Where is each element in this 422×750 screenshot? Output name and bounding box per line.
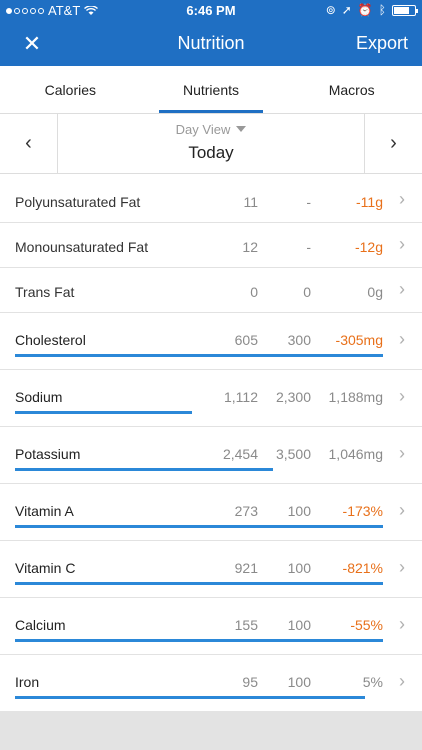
nutrient-remaining: -173% bbox=[342, 503, 383, 519]
nutrient-remaining: -11g bbox=[356, 194, 383, 210]
chevron-right-icon: › bbox=[399, 500, 405, 520]
nutrient-row[interactable]: Trans Fat 0 0 0g › bbox=[0, 268, 422, 313]
nutrient-remaining: 0g bbox=[367, 284, 383, 300]
progress-bar bbox=[15, 411, 383, 414]
progress-bar bbox=[15, 582, 383, 585]
nutrient-row[interactable]: Iron 95 100 5% › bbox=[0, 655, 422, 712]
nutrient-name: Trans Fat bbox=[15, 284, 75, 300]
nutrient-row[interactable]: Vitamin C 921 100 -821% › bbox=[0, 541, 422, 598]
progress-bar bbox=[15, 354, 383, 357]
nutrient-total: 1,112 bbox=[224, 389, 258, 405]
nutrient-remaining: -821% bbox=[342, 560, 383, 576]
progress-bar-fill bbox=[15, 354, 383, 357]
nutrient-total: 12 bbox=[242, 239, 258, 255]
nutrient-list: Polyunsaturated Fat 11- -11g › Monounsaturat… bbox=[0, 178, 422, 712]
rotation-lock-icon: ⊚ bbox=[325, 3, 336, 17]
battery-icon bbox=[392, 4, 418, 16]
nutrient-name: Iron bbox=[15, 674, 40, 690]
nutrient-row[interactable]: Monounsaturated Fat 12- -12g › bbox=[0, 223, 422, 268]
nutrient-row[interactable]: Calcium 155 100 -55% › bbox=[0, 598, 422, 655]
nutrient-remaining: 1,188mg bbox=[328, 389, 383, 405]
chevron-right-icon: › bbox=[399, 671, 405, 691]
nutrient-total: 0 bbox=[250, 284, 258, 300]
progress-bar bbox=[15, 468, 383, 471]
nutrient-total: 2,454 bbox=[222, 446, 258, 462]
day-view-dropdown[interactable]: Day View bbox=[58, 122, 364, 137]
nutrient-row[interactable]: Polyunsaturated Fat 11- -11g › bbox=[0, 178, 422, 223]
tab-calories[interactable]: Calories bbox=[0, 66, 141, 113]
nutrient-name: Vitamin A bbox=[15, 503, 74, 519]
nutrient-total: 95 bbox=[242, 674, 258, 690]
day-view-selector: ‹ Day View Today › bbox=[0, 114, 422, 174]
nutrient-remaining: -55% bbox=[350, 617, 383, 633]
chevron-right-icon: › bbox=[399, 279, 405, 299]
tab-bar: Calories Nutrients Macros bbox=[0, 66, 422, 114]
nutrient-name: Monounsaturated Fat bbox=[15, 239, 149, 255]
status-icons: ⊚ ➚ ⏰ ᛒ bbox=[325, 3, 418, 17]
nutrient-row[interactable]: Potassium 2,454 3,500 1,046mg › bbox=[0, 427, 422, 484]
chevron-right-icon: › bbox=[399, 614, 405, 634]
nutrient-remaining: -305mg bbox=[335, 332, 383, 348]
progress-bar-fill bbox=[15, 639, 383, 642]
footer-bar bbox=[0, 711, 422, 750]
nutrient-row[interactable]: Sodium 1,112 2,300 1,188mg › bbox=[0, 370, 422, 427]
nutrient-row[interactable]: Vitamin A 273 100 -173% › bbox=[0, 484, 422, 541]
nutrient-name: Cholesterol bbox=[15, 332, 86, 348]
nutrient-remaining: 5% bbox=[362, 674, 383, 690]
nutrient-name: Calcium bbox=[15, 617, 66, 633]
app-header: AT&T 6:46 PM ⊚ ➚ ⏰ ᛒ ✕ Nutrition Export bbox=[0, 0, 422, 66]
progress-bar bbox=[15, 639, 383, 642]
nutrient-total: 605 bbox=[234, 332, 258, 348]
progress-bar-fill bbox=[15, 525, 383, 528]
chevron-right-icon: › bbox=[399, 443, 405, 463]
next-day-button[interactable]: › bbox=[364, 114, 422, 174]
nutrient-name: Potassium bbox=[15, 446, 81, 462]
progress-bar-fill bbox=[15, 582, 383, 585]
chevron-right-icon: › bbox=[399, 189, 405, 209]
nutrient-remaining: 1,046mg bbox=[328, 446, 383, 462]
alarm-icon: ⏰ bbox=[357, 3, 373, 17]
export-button[interactable]: Export bbox=[356, 33, 408, 54]
tab-nutrients[interactable]: Nutrients bbox=[141, 66, 282, 113]
tab-macros[interactable]: Macros bbox=[281, 66, 422, 113]
progress-bar bbox=[15, 525, 383, 528]
nutrient-total: 921 bbox=[234, 560, 258, 576]
nutrient-total: 155 bbox=[234, 617, 258, 633]
status-bar: AT&T 6:46 PM ⊚ ➚ ⏰ ᛒ bbox=[0, 0, 422, 22]
chevron-right-icon: › bbox=[399, 386, 405, 406]
current-day-label: Today bbox=[188, 143, 234, 162]
nutrient-total: 11 bbox=[243, 194, 258, 210]
progress-bar bbox=[15, 696, 383, 699]
nutrient-row[interactable]: Cholesterol 605 300 -305mg › bbox=[0, 313, 422, 370]
progress-bar-fill bbox=[15, 468, 273, 471]
nutrient-total: 273 bbox=[234, 503, 258, 519]
day-view-label: Day View bbox=[175, 122, 231, 137]
chevron-right-icon: › bbox=[399, 329, 405, 349]
chevron-right-icon: › bbox=[399, 557, 405, 577]
bluetooth-icon: ᛒ bbox=[378, 3, 386, 17]
nutrient-remaining: -12g bbox=[354, 239, 383, 255]
progress-bar-fill bbox=[15, 411, 192, 414]
progress-bar-fill bbox=[15, 696, 365, 699]
nutrient-name: Polyunsaturated Fat bbox=[15, 194, 141, 210]
nutrient-name: Vitamin C bbox=[15, 560, 76, 576]
nutrient-name: Sodium bbox=[15, 389, 63, 405]
nav-bar: ✕ Nutrition Export bbox=[0, 22, 422, 66]
chevron-right-icon: › bbox=[399, 234, 405, 254]
caret-down-icon bbox=[236, 126, 247, 132]
previous-day-button[interactable]: ‹ bbox=[0, 114, 58, 174]
location-icon: ➚ bbox=[341, 3, 352, 17]
